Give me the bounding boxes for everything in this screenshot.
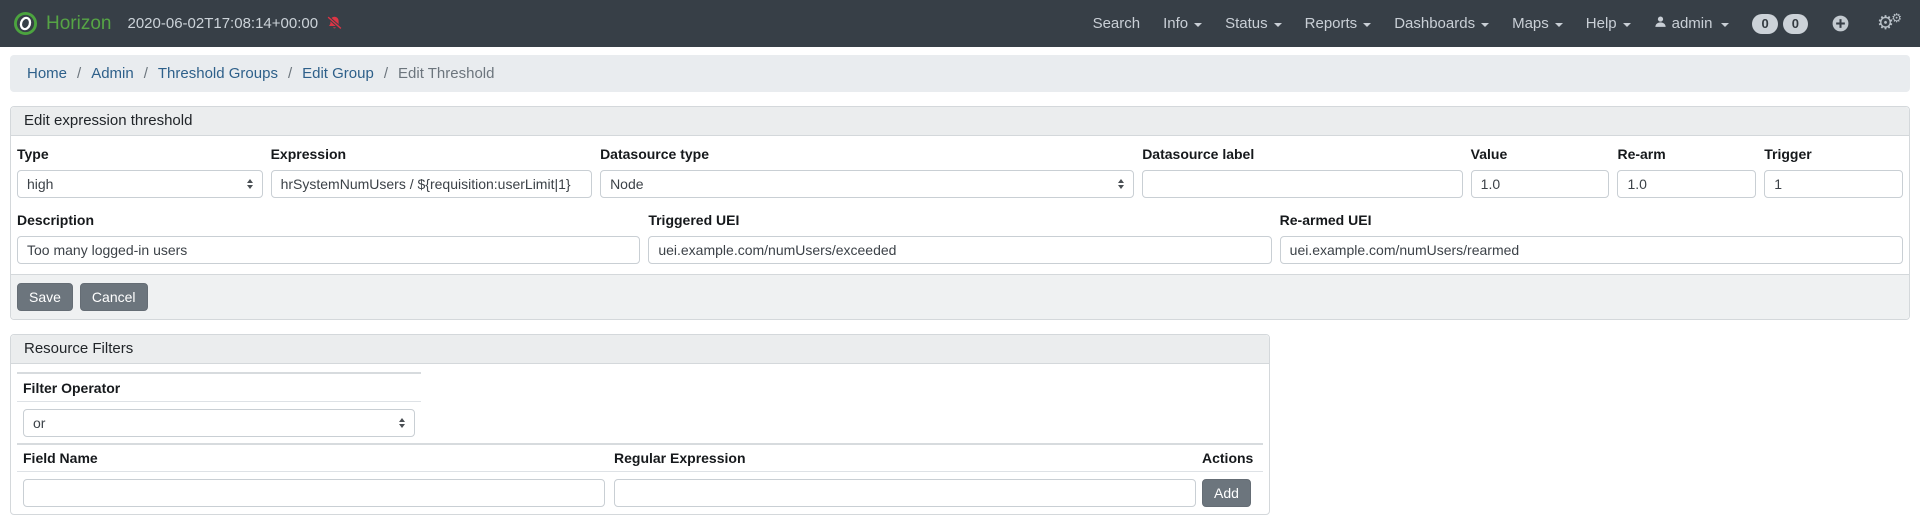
expression-label: Expression <box>271 146 592 162</box>
breadcrumb-home[interactable]: Home <box>27 65 67 82</box>
value-input[interactable] <box>1471 170 1610 198</box>
filter-operator-label: Filter Operator <box>17 374 421 402</box>
description-input[interactable] <box>17 236 640 264</box>
nav-item-search[interactable]: Search <box>1093 15 1141 32</box>
breadcrumb-separator: / <box>384 65 388 82</box>
opennms-logo-icon[interactable] <box>14 12 37 35</box>
outage-count-badge[interactable]: 0 <box>1783 14 1808 34</box>
notice-count-badge[interactable]: 0 <box>1752 14 1777 34</box>
cancel-button[interactable]: Cancel <box>80 283 148 311</box>
select-updown-icon <box>247 179 253 189</box>
breadcrumb-admin[interactable]: Admin <box>91 65 134 82</box>
description-label: Description <box>17 212 640 228</box>
filters-card-title: Resource Filters <box>11 335 1269 364</box>
select-updown-icon <box>1118 179 1124 189</box>
rearm-label: Re-arm <box>1617 146 1756 162</box>
value-label: Value <box>1471 146 1610 162</box>
type-select[interactable]: high <box>17 170 263 198</box>
threshold-form-row-1: Type high Expression Datasource type Nod… <box>17 144 1903 198</box>
filters-table: Field Name Regular Expression Actions Ad… <box>17 443 1263 512</box>
filters-body: Filter Operator or Field Name Regular Ex… <box>11 364 1269 514</box>
breadcrumb-threshold-groups[interactable]: Threshold Groups <box>158 65 278 82</box>
triggered-uei-input[interactable] <box>648 236 1271 264</box>
actions-header: Actions <box>1196 445 1263 472</box>
expression-input[interactable] <box>271 170 592 198</box>
nav-item-reports[interactable]: Reports <box>1305 15 1372 32</box>
caret-down-icon <box>1555 23 1563 27</box>
brand-group: Horizon 2020-06-02T17:08:14+00:00 <box>14 12 343 35</box>
breadcrumb-separator: / <box>77 65 81 82</box>
rearmed-uei-label: Re-armed UEI <box>1280 212 1903 228</box>
navbar-timestamp: 2020-06-02T17:08:14+00:00 <box>127 15 318 32</box>
brand-link[interactable]: Horizon <box>46 13 111 35</box>
threshold-form-row-2: Description Triggered UEI Re-armed UEI <box>17 210 1903 264</box>
trigger-label: Trigger <box>1764 146 1903 162</box>
navbar-menu: Search Info Status Reports Dashboards Ma… <box>1093 14 1902 34</box>
field-name-input[interactable] <box>23 479 605 507</box>
bell-slash-icon[interactable] <box>326 15 343 32</box>
save-button[interactable]: Save <box>17 283 73 311</box>
caret-down-icon <box>1194 23 1202 27</box>
datasource-label-input[interactable] <box>1142 170 1462 198</box>
caret-down-icon <box>1623 23 1631 27</box>
user-icon <box>1654 15 1667 32</box>
nav-item-info[interactable]: Info <box>1163 15 1202 32</box>
field-name-header: Field Name <box>17 445 608 472</box>
top-navbar: Horizon 2020-06-02T17:08:14+00:00 Search… <box>0 0 1920 47</box>
plus-circle-icon[interactable] <box>1831 14 1850 33</box>
nav-item-help[interactable]: Help <box>1586 15 1631 32</box>
card-title: Edit expression threshold <box>11 107 1909 136</box>
breadcrumb: Home / Admin / Threshold Groups / Edit G… <box>10 55 1910 92</box>
add-button[interactable]: Add <box>1202 479 1251 507</box>
type-label: Type <box>17 146 263 162</box>
rearmed-uei-input[interactable] <box>1280 236 1903 264</box>
threshold-card-footer: Save Cancel <box>11 274 1909 319</box>
caret-down-icon <box>1363 23 1371 27</box>
breadcrumb-separator: / <box>144 65 148 82</box>
triggered-uei-label: Triggered UEI <box>648 212 1271 228</box>
resource-filters-card: Resource Filters Filter Operator or Fiel… <box>10 334 1270 515</box>
datasource-type-select[interactable]: Node <box>600 170 1134 198</box>
nav-item-user[interactable]: admin <box>1654 15 1730 32</box>
notification-badges: 0 0 <box>1752 14 1807 34</box>
regex-input[interactable] <box>614 479 1196 507</box>
edit-threshold-card: Edit expression threshold Type high Expr… <box>10 106 1910 320</box>
breadcrumb-edit-threshold: Edit Threshold <box>398 65 494 82</box>
select-updown-icon <box>399 418 405 428</box>
filter-operator-select[interactable]: or <box>23 409 415 437</box>
threshold-form: Type high Expression Datasource type Nod… <box>11 136 1909 274</box>
nav-item-dashboards[interactable]: Dashboards <box>1394 15 1489 32</box>
breadcrumb-separator: / <box>288 65 292 82</box>
datasource-type-label: Datasource type <box>600 146 1134 162</box>
caret-down-icon <box>1274 23 1282 27</box>
filter-operator-section: Filter Operator or <box>17 372 421 443</box>
breadcrumb-edit-group[interactable]: Edit Group <box>302 65 374 82</box>
caret-down-icon <box>1721 23 1729 27</box>
datasource-label-label: Datasource label <box>1142 146 1462 162</box>
caret-down-icon <box>1481 23 1489 27</box>
trigger-input[interactable] <box>1764 170 1903 198</box>
nav-item-status[interactable]: Status <box>1225 15 1282 32</box>
gears-icon[interactable]: ⚙⚙ <box>1877 14 1902 33</box>
regular-expression-header: Regular Expression <box>608 445 1196 472</box>
rearm-input[interactable] <box>1617 170 1756 198</box>
nav-item-maps[interactable]: Maps <box>1512 15 1563 32</box>
filters-table-row: Add <box>17 472 1263 512</box>
filters-table-header: Field Name Regular Expression Actions <box>17 445 1263 472</box>
